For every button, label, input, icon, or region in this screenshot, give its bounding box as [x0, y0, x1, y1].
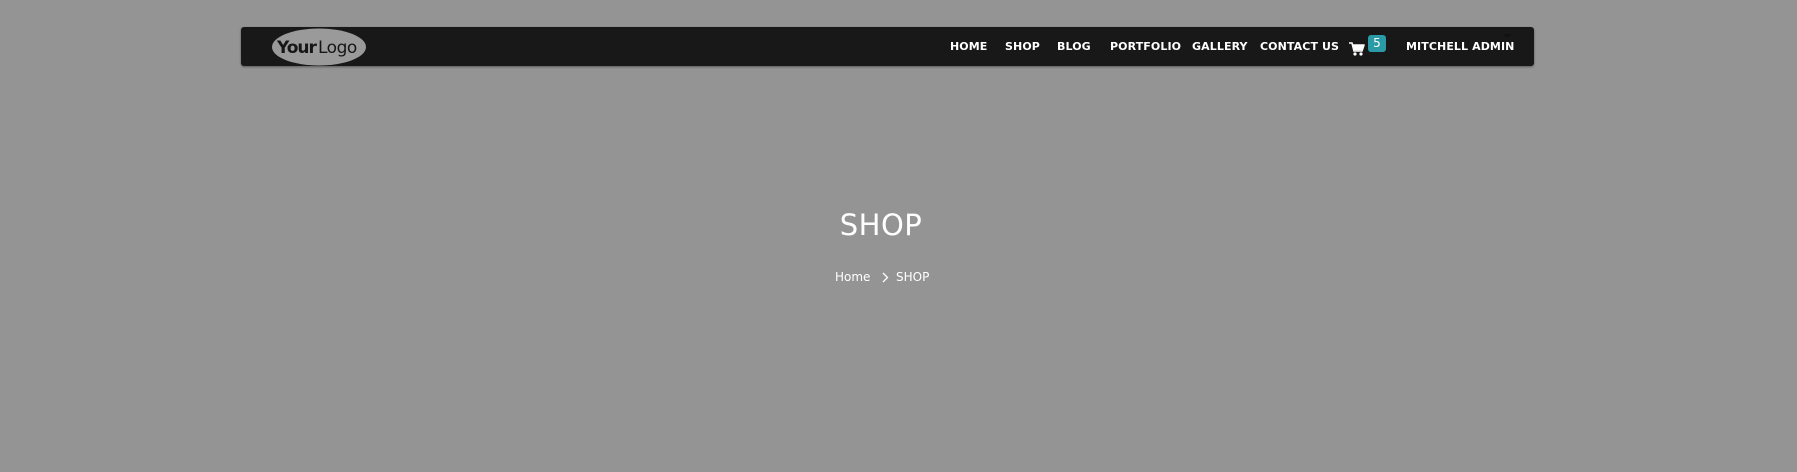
nav-item-gallery[interactable]: GALLERY [1192, 27, 1248, 66]
top-navbar: Your Logo HOME SHOP BLOG PORTFOLIO GALLE… [241, 27, 1534, 66]
nav-item-shop[interactable]: SHOP [1005, 27, 1040, 66]
chevron-right-icon [882, 272, 889, 283]
breadcrumb-home-link[interactable]: Home [835, 268, 870, 286]
cart-button[interactable]: 5 [1349, 35, 1387, 61]
caret-down-icon[interactable] [1503, 34, 1511, 38]
nav-item-portfolio[interactable]: PORTFOLIO [1110, 27, 1181, 66]
nav-item-home[interactable]: HOME [950, 27, 987, 66]
main-menu: HOME SHOP BLOG PORTFOLIO GALLERY CONTACT… [241, 27, 1534, 66]
cart-count-badge: 5 [1368, 35, 1386, 52]
shopping-cart-icon [1349, 42, 1365, 56]
breadcrumb-current: SHOP [896, 270, 930, 284]
nav-item-blog[interactable]: BLOG [1057, 27, 1091, 66]
user-menu-button[interactable]: MITCHELL ADMIN [1406, 27, 1514, 66]
page-title: SHOP [839, 208, 923, 242]
nav-item-contact-us[interactable]: CONTACT US [1260, 27, 1339, 66]
